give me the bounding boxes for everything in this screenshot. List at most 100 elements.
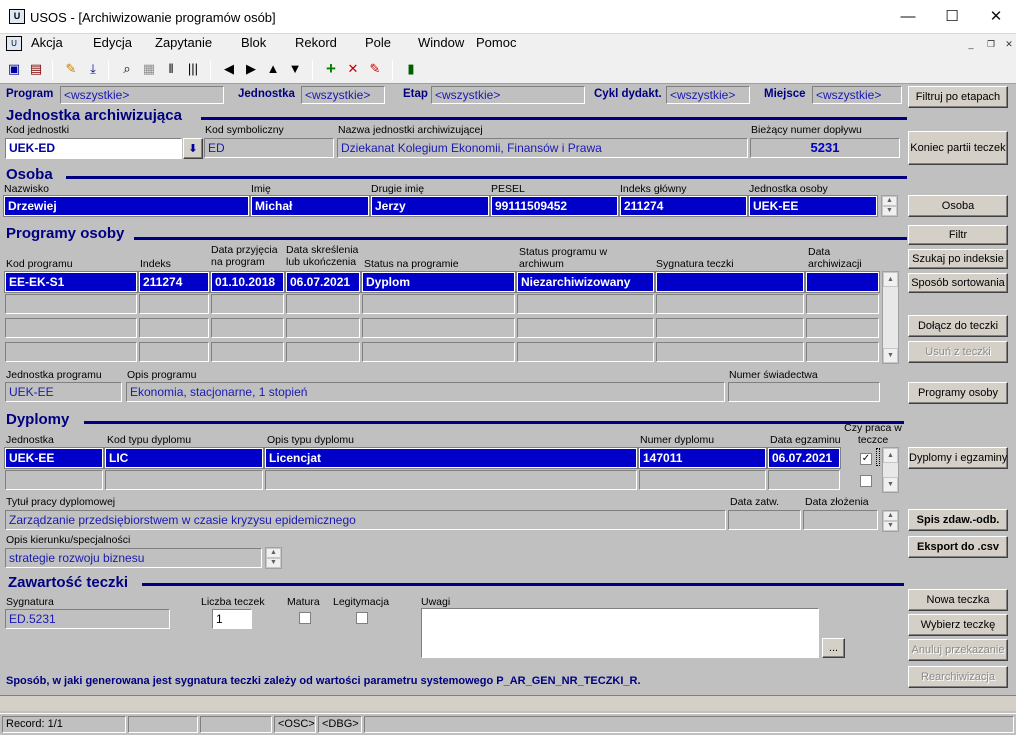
- indeks-cell[interactable]: [139, 342, 209, 362]
- nowa-teczka-button[interactable]: Nowa teczka: [908, 589, 1008, 611]
- czy-praca-checkbox[interactable]: [860, 475, 872, 487]
- indeks-cell[interactable]: 211274: [138, 271, 210, 293]
- spis-zdaw-odb-button[interactable]: Spis zdaw.-odb.: [908, 509, 1008, 531]
- opis-typu-dyplomu-cell[interactable]: [265, 470, 637, 490]
- print-icon[interactable]: ▤: [27, 60, 45, 78]
- dyplom-jednostka-cell[interactable]: UEK-EE: [4, 447, 104, 469]
- menu-rekord[interactable]: Rekord: [295, 35, 337, 55]
- scroll-up-icon[interactable]: ▲: [883, 511, 898, 521]
- czy-praca-checkbox[interactable]: ✓: [860, 453, 872, 465]
- status-archiwum-cell[interactable]: [517, 294, 654, 314]
- kierunek-scrollbar[interactable]: ▲ ▼: [265, 547, 282, 569]
- close-button[interactable]: ✕: [976, 6, 1016, 30]
- imie-field[interactable]: Michał: [250, 195, 370, 217]
- minimize-button[interactable]: —: [888, 6, 928, 30]
- numer-dyplomu-cell[interactable]: 147011: [638, 447, 767, 469]
- menu-pomoc[interactable]: Pomoc: [476, 35, 516, 55]
- data-przyjecia-cell[interactable]: 01.10.2018: [210, 271, 285, 293]
- menu-blok[interactable]: Blok: [241, 35, 266, 55]
- indeks-cell[interactable]: [139, 318, 209, 338]
- data-skreslenia-cell[interactable]: 06.07.2021: [285, 271, 361, 293]
- opis-typu-dyplomu-cell[interactable]: Licencjat: [264, 447, 638, 469]
- matura-checkbox[interactable]: [299, 612, 311, 624]
- scroll-up-icon[interactable]: ▲: [883, 272, 898, 287]
- next-block-icon[interactable]: ▼: [286, 60, 304, 78]
- dolacz-do-teczki-button[interactable]: Dołącz do teczki: [908, 315, 1008, 337]
- nazwisko-field[interactable]: Drzewiej: [3, 195, 250, 217]
- legitymacja-checkbox[interactable]: [356, 612, 368, 624]
- mdi-close-icon[interactable]: ✕: [1002, 38, 1016, 52]
- anuluj-przekazanie-button[interactable]: Anuluj przekazanie: [908, 639, 1008, 661]
- filter-by-stages-button[interactable]: Filtruj po etapach: [908, 86, 1008, 108]
- data-archiwizacji-cell[interactable]: [806, 318, 879, 338]
- query-icon[interactable]: ⌕: [118, 60, 136, 78]
- exit-icon[interactable]: ▮: [402, 60, 420, 78]
- status-na-programie-cell[interactable]: [362, 294, 515, 314]
- scroll-up-icon[interactable]: ▲: [883, 448, 898, 463]
- status-na-programie-cell[interactable]: Dyplom: [361, 271, 516, 293]
- drugie-imie-field[interactable]: Jerzy: [370, 195, 490, 217]
- data-egzaminu-cell[interactable]: [768, 470, 840, 490]
- sygnatura-teczki-cell[interactable]: [655, 271, 805, 293]
- liczba-teczek-input[interactable]: 1: [212, 609, 252, 629]
- count-icon[interactable]: ‖: [162, 60, 180, 78]
- next-record-icon[interactable]: ▶: [242, 60, 260, 78]
- eksport-csv-button[interactable]: Eksport do .csv: [908, 536, 1008, 558]
- data-przyjecia-cell[interactable]: [211, 294, 284, 314]
- program-filter-field[interactable]: <wszystkie>: [60, 86, 224, 104]
- uwagi-more-button[interactable]: ...: [822, 638, 845, 658]
- kod-typu-dyplomu-cell[interactable]: LIC: [104, 447, 264, 469]
- uwagi-textarea[interactable]: [421, 608, 819, 658]
- dyplomy-scrollbar[interactable]: ▲ ▼: [882, 447, 899, 493]
- data-przyjecia-cell[interactable]: [211, 318, 284, 338]
- mdi-minimize-icon[interactable]: _: [964, 38, 978, 52]
- rearchiwizacja-button[interactable]: Rearchiwizacja: [908, 666, 1008, 688]
- programy-scrollbar[interactable]: ▲ ▼: [882, 271, 899, 364]
- indeks-glowny-field[interactable]: 211274: [619, 195, 748, 217]
- insert-record-icon[interactable]: +: [322, 60, 340, 78]
- data-egzaminu-cell[interactable]: 06.07.2021: [767, 447, 841, 469]
- miejsce-filter-field[interactable]: <wszystkie>: [812, 86, 902, 104]
- dyplomy-i-egzaminy-button[interactable]: Dyplomy i egzaminy: [908, 447, 1008, 469]
- scroll-down-icon[interactable]: ▼: [882, 206, 897, 216]
- jednostka-filter-field[interactable]: <wszystkie>: [301, 86, 385, 104]
- data-skreslenia-cell[interactable]: [286, 342, 360, 362]
- clear-record-icon[interactable]: ✎: [366, 60, 384, 78]
- sposob-sortowania-button[interactable]: Sposób sortowania: [908, 273, 1008, 293]
- execute-query-icon[interactable]: ▦: [140, 60, 158, 78]
- indeks-cell[interactable]: [139, 294, 209, 314]
- download-icon[interactable]: ⤓: [84, 60, 102, 78]
- kod-programu-cell[interactable]: [5, 342, 137, 362]
- data-archiwizacji-cell[interactable]: [805, 271, 880, 293]
- status-archiwum-cell[interactable]: Niezarchiwizowany: [516, 271, 655, 293]
- kod-typu-dyplomu-cell[interactable]: [105, 470, 263, 490]
- save-icon[interactable]: ▣: [5, 60, 23, 78]
- status-na-programie-cell[interactable]: [362, 342, 515, 362]
- delete-record-icon[interactable]: ✕: [344, 60, 362, 78]
- dyplom-jednostka-cell[interactable]: [5, 470, 103, 490]
- menu-akcja[interactable]: Akcja: [31, 35, 63, 55]
- sygnatura-teczki-cell[interactable]: [656, 294, 804, 314]
- usun-z-teczki-button[interactable]: Usuń z teczki: [908, 341, 1008, 363]
- menu-zapytanie[interactable]: Zapytanie: [155, 35, 212, 55]
- previous-block-icon[interactable]: ▲: [264, 60, 282, 78]
- pesel-field[interactable]: 99111509452: [490, 195, 619, 217]
- data-skreslenia-cell[interactable]: [286, 318, 360, 338]
- scroll-up-icon[interactable]: ▲: [882, 196, 897, 206]
- kod-programu-cell[interactable]: [5, 294, 137, 314]
- scroll-up-icon[interactable]: ▲: [266, 548, 281, 558]
- osoba-button[interactable]: Osoba: [908, 195, 1008, 217]
- wybierz-teczke-button[interactable]: Wybierz teczkę: [908, 614, 1008, 636]
- filtr-button[interactable]: Filtr: [908, 225, 1008, 245]
- menu-window[interactable]: Window: [418, 35, 464, 55]
- data-archiwizacji-cell[interactable]: [806, 294, 879, 314]
- data-archiwizacji-cell[interactable]: [806, 342, 879, 362]
- scroll-down-icon[interactable]: ▼: [266, 558, 281, 568]
- data-przyjecia-cell[interactable]: [211, 342, 284, 362]
- status-archiwum-cell[interactable]: [517, 318, 654, 338]
- osoba-scrollbar[interactable]: ▲ ▼: [881, 195, 898, 217]
- scroll-down-icon[interactable]: ▼: [883, 521, 898, 531]
- kod-jednostki-input[interactable]: UEK-ED: [5, 138, 182, 159]
- jednostka-osoby-field[interactable]: UEK-EE: [748, 195, 878, 217]
- kod-programu-cell[interactable]: [5, 318, 137, 338]
